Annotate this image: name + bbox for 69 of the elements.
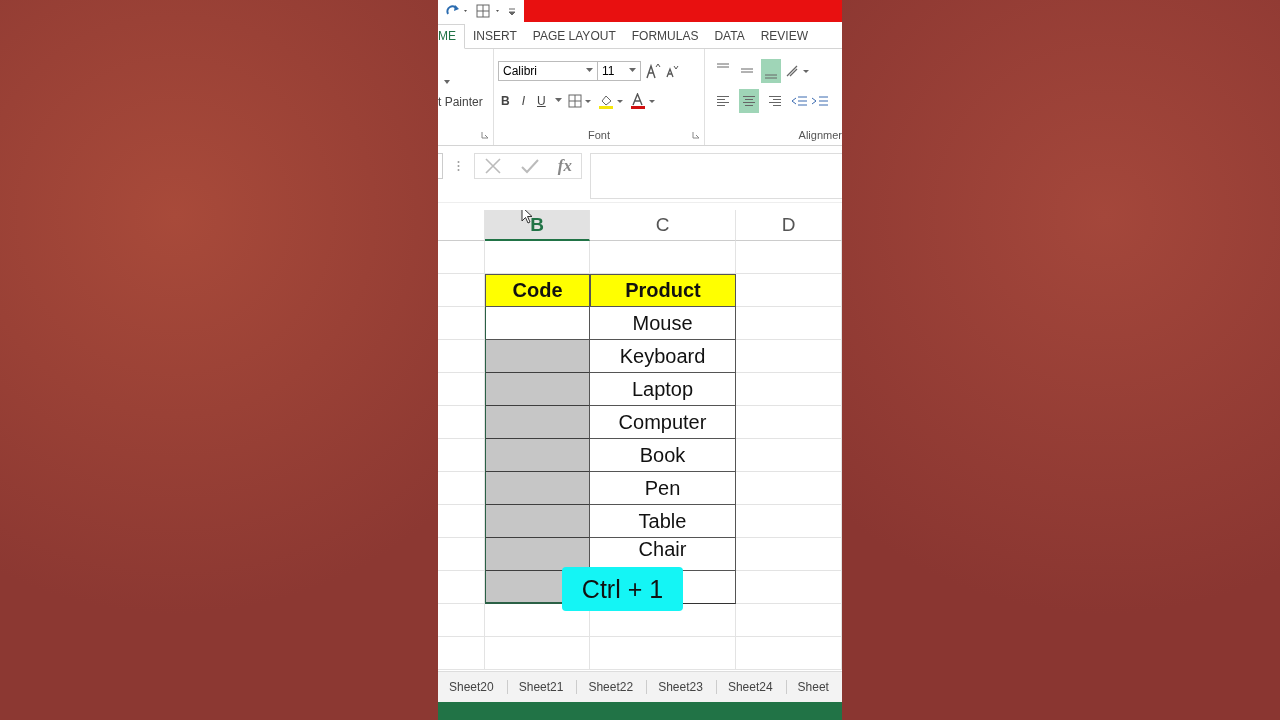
- align-button[interactable]: [739, 88, 759, 113]
- borders-icon[interactable]: [567, 93, 592, 108]
- format-button[interactable]: B: [498, 93, 513, 108]
- align-icon: [716, 94, 730, 107]
- align-icon: [716, 62, 730, 68]
- shortcut-toast: Ctrl + 1: [562, 567, 683, 611]
- shrink-font-icon[interactable]: [665, 63, 679, 78]
- dialog-launcher-icon[interactable]: [481, 130, 489, 139]
- align-button[interactable]: [761, 58, 781, 83]
- cursor-icon: [521, 210, 533, 224]
- font-name-value: Calibri: [503, 63, 537, 78]
- grid-cell: [438, 241, 485, 274]
- align-icon: [740, 68, 754, 74]
- ribbon-tab[interactable]: ME: [438, 24, 465, 49]
- font-size-field[interactable]: 11: [597, 60, 641, 81]
- table-cell: Computer: [590, 406, 736, 439]
- table-header: Product: [590, 274, 736, 307]
- sheet-tab[interactable]: Sheet22: [577, 679, 648, 694]
- font-size-value: 11: [602, 63, 615, 78]
- caret-icon[interactable]: [554, 98, 562, 104]
- table-cell: Keyboard: [590, 340, 736, 373]
- dialog-launcher-icon[interactable]: [692, 130, 700, 139]
- ribbon-tab[interactable]: INSERT: [465, 24, 525, 48]
- table-cell: Laptop: [590, 373, 736, 406]
- ribbon-tab[interactable]: DATA: [706, 24, 753, 48]
- indent-icon[interactable]: [791, 94, 831, 107]
- group-label: Font: [588, 128, 610, 141]
- font-color-icon[interactable]: [629, 92, 656, 109]
- caret-icon[interactable]: [629, 68, 636, 74]
- format-button[interactable]: U: [534, 93, 549, 108]
- grid-cell: [438, 307, 485, 340]
- grow-font-icon[interactable]: [645, 62, 661, 79]
- orientation-icon[interactable]: [785, 63, 811, 78]
- column-header[interactable]: C: [590, 210, 736, 241]
- table-cell: Pen: [590, 472, 736, 505]
- caret-icon[interactable]: [586, 68, 593, 74]
- column-header[interactable]: B: [485, 210, 590, 241]
- customize-icon[interactable]: [508, 5, 516, 17]
- border-icon[interactable]: [476, 4, 502, 18]
- ribbon-tab[interactable]: REVIEW: [752, 24, 816, 48]
- table-cell[interactable]: [485, 538, 590, 571]
- format-button[interactable]: I: [518, 93, 528, 108]
- table-cell[interactable]: [485, 340, 590, 373]
- table-cell[interactable]: [485, 439, 590, 472]
- table-cell[interactable]: [485, 406, 590, 439]
- formula-input[interactable]: [590, 152, 842, 199]
- table-header: Code: [485, 274, 590, 307]
- align-icon: [764, 73, 778, 79]
- grip-icon: [457, 159, 460, 172]
- align-icon: [742, 94, 756, 107]
- font-name-field[interactable]: Calibri: [498, 60, 598, 81]
- grid-cell: [438, 604, 485, 637]
- sheet-tab[interactable]: Sheet20: [438, 679, 508, 694]
- table-cell: Book: [590, 439, 736, 472]
- table-cell[interactable]: [485, 373, 590, 406]
- ribbon-tab[interactable]: FORMULAS: [623, 24, 707, 48]
- sheet-tab[interactable]: Sheet23: [647, 679, 717, 694]
- table-cell[interactable]: [485, 505, 590, 538]
- insert-function-button[interactable]: fx: [557, 155, 572, 176]
- table-cell: Table: [590, 505, 736, 538]
- caret-icon[interactable]: [443, 78, 451, 85]
- group-label: Alignmer: [798, 128, 842, 141]
- sheet-tab[interactable]: Sheet21: [507, 679, 578, 694]
- format-painter-label[interactable]: t Painter: [438, 94, 483, 109]
- align-icon: [768, 94, 782, 107]
- table-cell: Mouse: [590, 307, 736, 340]
- ribbon-tab[interactable]: PAGE LAYOUT: [524, 24, 624, 48]
- table-cell[interactable]: [485, 472, 590, 505]
- sheet-tab[interactable]: Sheet24: [716, 679, 787, 694]
